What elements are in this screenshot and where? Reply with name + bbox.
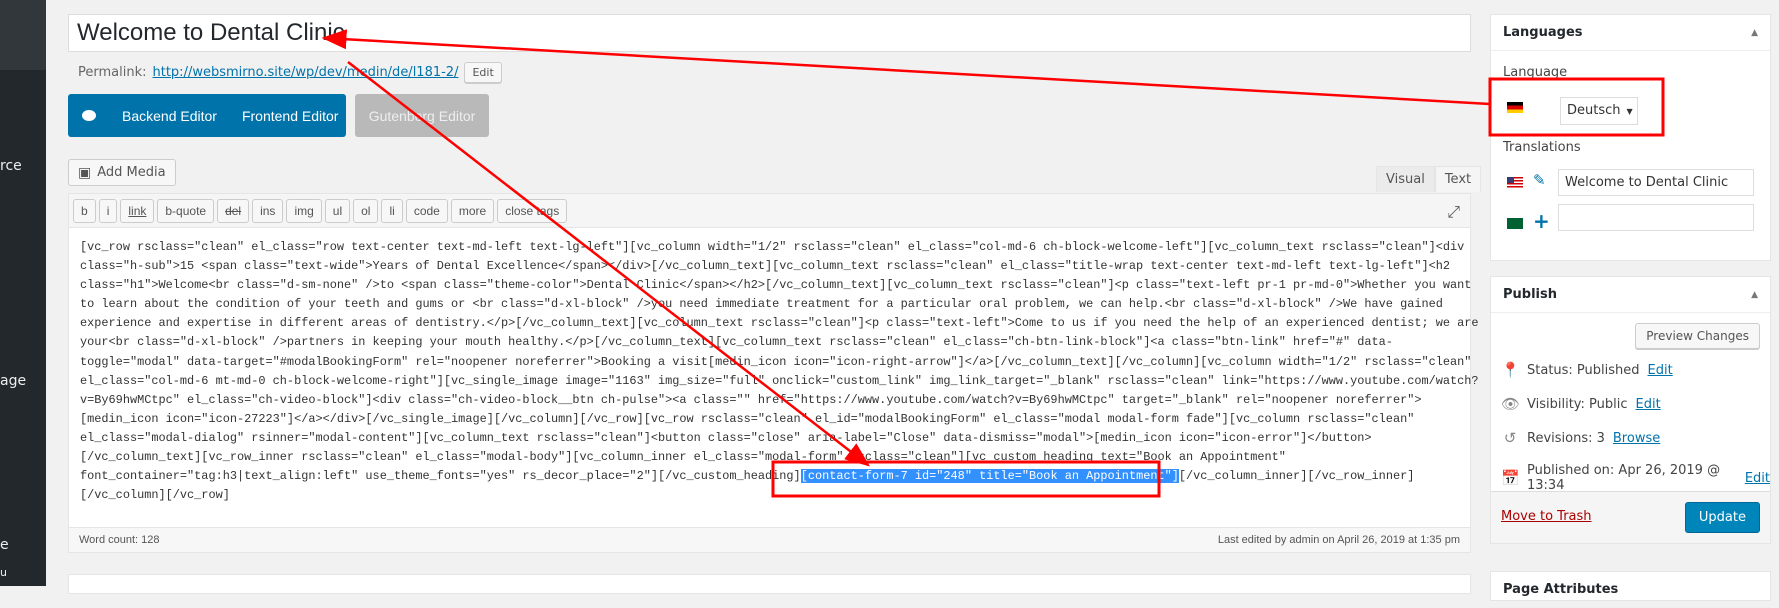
code-line: toggle="modal" data-target="#modalBookin… <box>80 354 1472 369</box>
published-on-text: Published on: Apr 26, 2019 @ 13:34 <box>1527 463 1721 493</box>
tab-visual[interactable]: Visual <box>1376 166 1435 192</box>
sidebar-active-area <box>0 0 46 70</box>
eye-icon: 👁 <box>1501 395 1521 413</box>
code-text: [/vc_column_inner][/vc_row_inner] <box>1178 469 1415 484</box>
published-edit-link[interactable]: Edit <box>1745 471 1770 486</box>
revisions-text: Revisions: 3 <box>1527 430 1605 446</box>
text-editor: b i link b-quote del ins img ul ol li co… <box>68 193 1479 553</box>
code-line: font_container="tag:h3|text_align:left" … <box>80 467 1479 486</box>
next-metabox <box>68 574 1471 594</box>
quicktag-i[interactable]: i <box>98 198 118 223</box>
code-line: to learn about the condition of your tee… <box>80 297 1443 312</box>
code-line: class="h1">Welcome<br class="d-sm-none" … <box>80 278 1472 293</box>
translation-en-input[interactable]: Welcome to Dental Clinic <box>1558 169 1754 196</box>
collapse-icon[interactable]: ▲ <box>1751 277 1758 313</box>
sidebar-item[interactable]: u <box>0 566 7 579</box>
tab-text[interactable]: Text <box>1434 166 1482 192</box>
quicktag-del[interactable]: del <box>217 198 250 223</box>
languages-header[interactable]: Languages ▲ <box>1491 15 1770 51</box>
sidebar-item[interactable]: rce <box>0 158 22 174</box>
visibility-edit-link[interactable]: Edit <box>1636 397 1661 412</box>
pin-icon: 📍 <box>1501 361 1520 379</box>
language-select[interactable]: Deutsch ▼ <box>1560 97 1638 125</box>
permalink-row: Permalink: http://websmirno.site/wp/dev/… <box>78 62 502 83</box>
page-attributes-box: Page Attributes <box>1490 571 1771 608</box>
status-text: Status: Published <box>1527 362 1640 378</box>
quicktag-img[interactable]: img <box>286 198 322 223</box>
code-line: experience and expertise in different ar… <box>80 316 1479 331</box>
fullscreen-icon[interactable]: ⤢ <box>1447 202 1460 222</box>
quicktag-ol[interactable]: ol <box>353 198 379 223</box>
quicktag-link[interactable]: link <box>120 198 155 223</box>
editor-tabs: Visual Text <box>1376 166 1482 192</box>
visibility-text: Visibility: Public <box>1527 396 1628 412</box>
frontend-editor-button[interactable]: Frontend Editor <box>242 108 339 124</box>
dropdown-arrow-icon: ▼ <box>1626 107 1633 116</box>
revisions-browse-link[interactable]: Browse <box>1613 431 1660 446</box>
us-flag-icon <box>1507 177 1523 188</box>
quicktag-code[interactable]: code <box>405 198 448 223</box>
permalink-url[interactable]: http://websmirno.site/wp/dev/medin/de/l1… <box>153 65 459 80</box>
german-flag-icon <box>1507 102 1523 113</box>
translations-label: Translations <box>1503 140 1581 155</box>
quicktag-b[interactable]: b <box>73 198 96 223</box>
code-line: el_class="col-md-6 mt-md-0 ch-block-welc… <box>80 373 1479 388</box>
add-media-button[interactable]: ▣ Add Media <box>68 159 176 186</box>
move-to-trash-link[interactable]: Move to Trash <box>1501 509 1592 524</box>
content-textarea[interactable]: [vc_row rsclass="clean" el_class="row te… <box>80 238 1479 505</box>
code-line: [vc_row rsclass="clean" el_class="row te… <box>80 240 1465 254</box>
add-translation-icon[interactable]: + <box>1533 209 1550 233</box>
last-edited: Last edited by admin on April 26, 2019 a… <box>1217 534 1460 546</box>
status-edit-link[interactable]: Edit <box>1648 363 1673 378</box>
code-line: [medin_icon icon="icon-27223"]</a></div>… <box>80 411 1415 426</box>
publish-header[interactable]: Publish ▲ <box>1491 277 1770 313</box>
publish-box: Publish ▲ Preview Changes 📍 Status: Publis… <box>1490 276 1771 544</box>
calendar-icon: 📅 <box>1501 469 1520 487</box>
gutenberg-editor-button[interactable]: Gutenberg Editor <box>355 94 489 137</box>
quicktag-more[interactable]: more <box>450 198 495 223</box>
translation-other-input[interactable] <box>1558 204 1754 231</box>
quicktags-toolbar: b i link b-quote del ins img ul ol li co… <box>69 194 1470 228</box>
languages-title: Languages <box>1503 25 1583 40</box>
code-line: your<br class="d-xl-block" />partners in… <box>80 335 1393 350</box>
language-label: Language <box>1503 65 1568 80</box>
quicktag-ul[interactable]: ul <box>324 198 351 223</box>
code-line: class="h-sub">15 <span class="text-wide"… <box>80 259 1451 274</box>
composer-logo-icon <box>82 110 96 121</box>
editor-footer: Word count: 128 Last edited by admin on … <box>69 527 1470 552</box>
page-attributes-header[interactable]: Page Attributes <box>1491 572 1770 608</box>
publish-actions: Move to Trash Update <box>1491 491 1770 543</box>
code-line: v=By69hwMCtpc" el_class="ch-video-block"… <box>80 392 1422 407</box>
quicktag-li[interactable]: li <box>381 198 403 223</box>
code-line: el_class="modal-dialog" rsinner="modal-c… <box>80 430 1372 445</box>
sidebar-item[interactable]: age <box>0 373 26 389</box>
code-line: [/vc_column][/vc_row] <box>80 488 230 503</box>
selected-shortcode[interactable]: [contact-form-7 id="248" title="Book an … <box>800 469 1179 484</box>
admin-sidebar: rce age e u <box>0 0 46 586</box>
word-count: Word count: 128 <box>79 534 160 546</box>
history-icon: ↺ <box>1503 429 1517 447</box>
media-icon: ▣ <box>78 164 92 181</box>
quicktag-close-tags[interactable]: close tags <box>497 198 568 223</box>
sidebar-item[interactable]: e <box>0 537 9 553</box>
update-button[interactable]: Update <box>1684 502 1760 533</box>
backend-editor-button[interactable]: Backend Editor <box>122 108 217 124</box>
languages-box: Languages ▲ Language Deutsch ▼ Translation… <box>1490 14 1771 261</box>
add-media-label: Add Media <box>97 165 166 180</box>
flag-icon <box>1507 218 1523 229</box>
permalink-edit-button[interactable]: Edit <box>464 62 502 83</box>
language-selected: Deutsch <box>1567 103 1621 118</box>
quicktag-b-quote[interactable]: b-quote <box>157 198 215 223</box>
code-line: [/vc_column_text][vc_row_inner rsclass="… <box>80 450 1286 465</box>
code-text: font_container="tag:h3|text_align:left" … <box>80 469 801 484</box>
preview-changes-button[interactable]: Preview Changes <box>1635 323 1760 349</box>
quicktag-ins[interactable]: ins <box>252 198 284 223</box>
publish-title: Publish <box>1503 287 1557 302</box>
page-attributes-title: Page Attributes <box>1503 582 1619 597</box>
composer-switcher: Backend Editor Frontend Editor <box>68 94 346 137</box>
collapse-icon[interactable]: ▲ <box>1751 15 1758 51</box>
edit-pencil-icon[interactable]: ✎ <box>1533 171 1546 189</box>
permalink-label: Permalink: <box>78 65 147 80</box>
title-input[interactable]: Welcome to Dental Clinic <box>68 14 1471 52</box>
